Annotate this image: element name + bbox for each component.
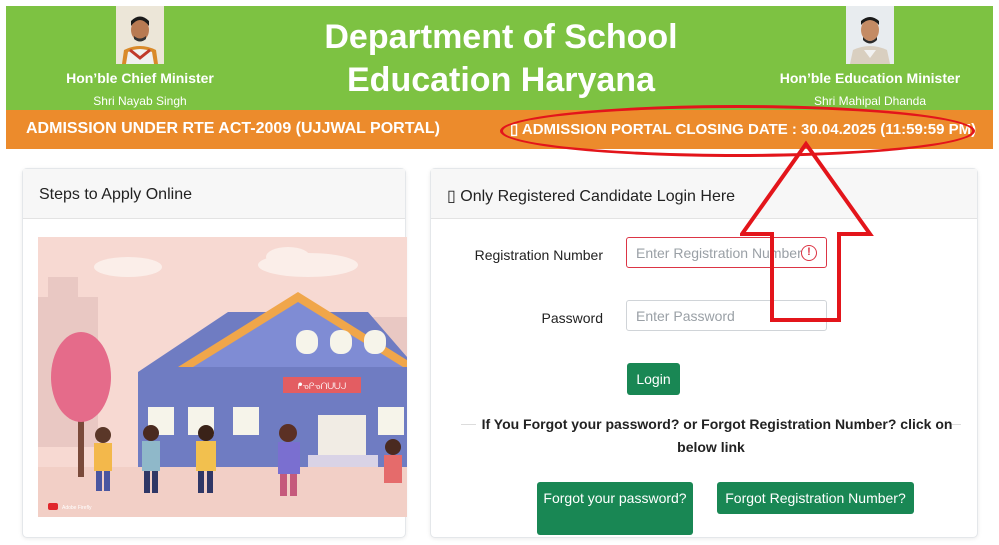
watermark-text: Adobe Firefly: [62, 505, 92, 511]
annotation-highlight-ellipse: [500, 105, 975, 157]
education-minister-block: Hon’ble Education Minister Shri Mahipal …: [770, 6, 970, 108]
login-button[interactable]: Login: [627, 363, 680, 395]
chief-minister-name: Shri Nayab Singh: [93, 94, 187, 108]
chief-minister-title: Hon’ble Chief Minister: [66, 70, 214, 86]
school-sign-text: ᖰᓀᑭᓀᑎᑌᑌᒍ: [298, 381, 346, 391]
password-label: Password: [541, 310, 603, 326]
header-banner: Hon’ble Chief Minister Shri Nayab Singh …: [6, 6, 993, 110]
education-minister-title: Hon’ble Education Minister: [779, 70, 961, 86]
rte-admission-text: ADMISSION UNDER RTE ACT-2009 (UJJWAL POR…: [26, 120, 440, 137]
education-minister-photo: [846, 6, 894, 64]
password-placeholder: Enter Password: [636, 308, 735, 324]
forgot-help-text: If You Forgot your password? or Forgot R…: [475, 413, 953, 459]
chief-minister-block: Hon’ble Chief Minister Shri Nayab Singh: [40, 6, 240, 108]
login-panel: ▯ Only Registered Candidate Login Here R…: [430, 168, 978, 538]
steps-panel-heading: Steps to Apply Online: [23, 169, 405, 219]
forgot-help-text-content: If You Forgot your password? or Forgot R…: [475, 416, 953, 455]
page: Hon’ble Chief Minister Shri Nayab Singh …: [0, 0, 999, 545]
registration-number-label: Registration Number: [474, 247, 603, 263]
forgot-password-button[interactable]: Forgot your password?: [537, 482, 693, 535]
school-illustration: ᖰᓀᑭᓀᑎᑌᑌᒍ Adobe Firefly: [38, 237, 407, 517]
annotation-arrow: [740, 140, 874, 322]
steps-panel: Steps to Apply Online ᖰᓀᑭᓀᑎᑌᑌᒍ Adobe Fir…: [22, 168, 407, 538]
site-title: Department of School Education Haryana: [324, 18, 678, 99]
login-panel-heading: ▯ Only Registered Candidate Login Here: [431, 169, 977, 219]
chief-minister-photo: [116, 6, 164, 64]
forgot-registration-button[interactable]: Forgot Registration Number?: [717, 482, 914, 514]
